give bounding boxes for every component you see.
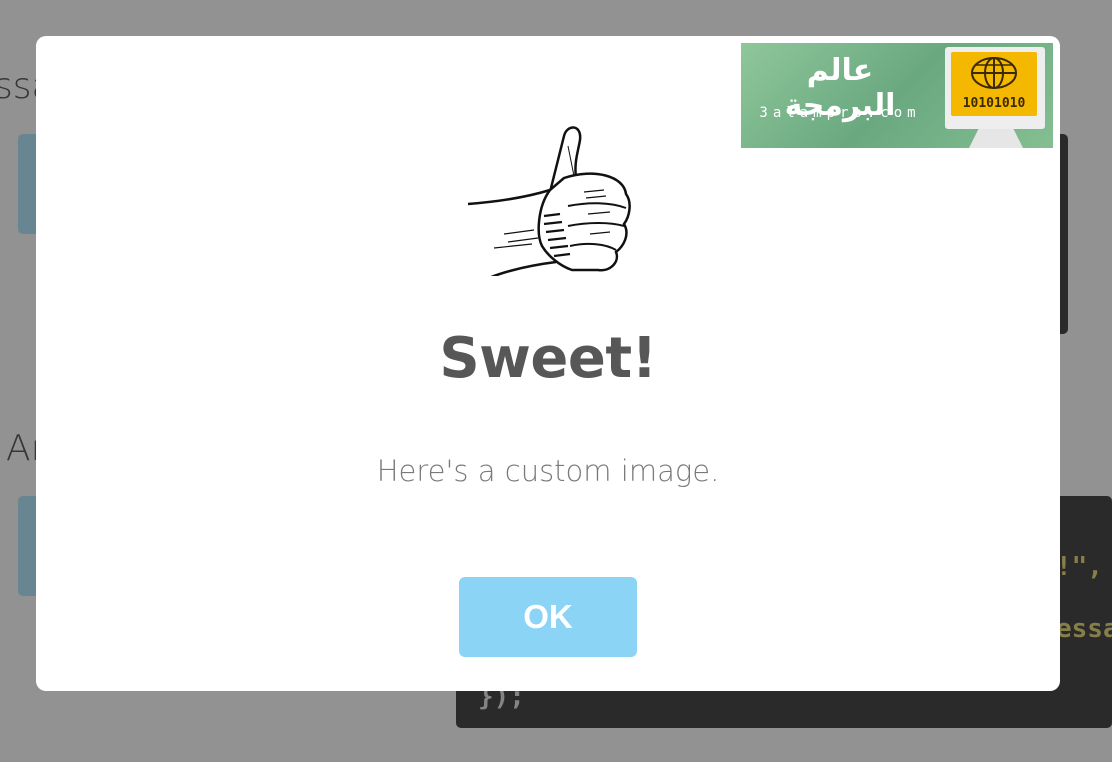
thumbs-up-icon <box>467 126 631 276</box>
ok-button[interactable]: OK <box>459 577 637 657</box>
logo-site-text: 3alampro.com <box>759 105 921 121</box>
watermark-logo: عالم البرمجة 3alampro.com 10101010 <box>741 43 1053 148</box>
monitor-globe-icon: 10101010 <box>945 47 1045 148</box>
modal-message: Here's a custom image. <box>376 454 720 488</box>
modal-title: Sweet! <box>439 326 657 391</box>
logo-binary: 10101010 <box>963 96 1026 111</box>
